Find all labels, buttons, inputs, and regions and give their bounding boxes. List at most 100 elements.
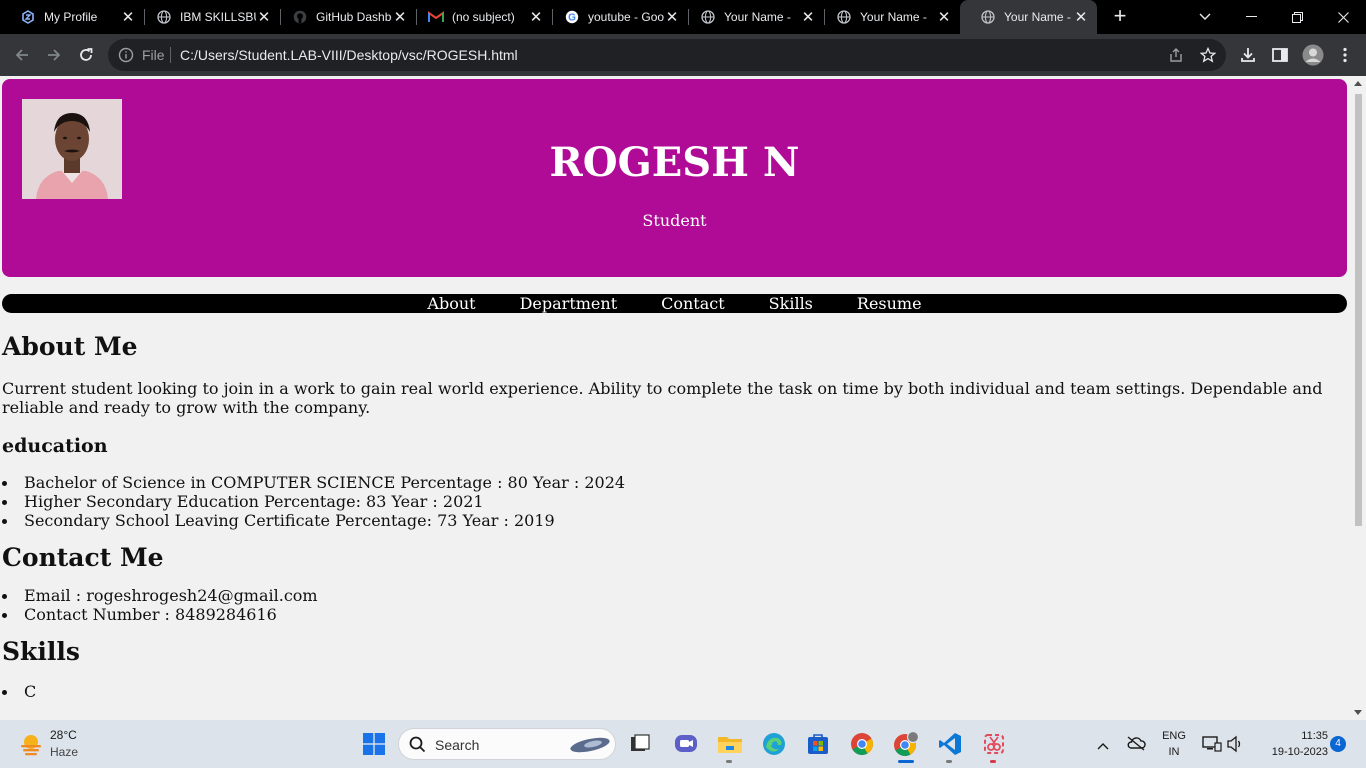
about-text: Current student looking to join in a wor… <box>2 379 1323 417</box>
file-explorer-icon[interactable] <box>716 730 744 758</box>
list-item: Higher Secondary Education Percentage: 8… <box>2 492 1332 511</box>
skills-heading: Skills <box>2 637 80 666</box>
menu-kebab-icon[interactable] <box>1336 46 1354 64</box>
side-panel-icon[interactable] <box>1271 46 1289 64</box>
nav-link-resume[interactable]: Resume <box>857 294 922 313</box>
notification-badge[interactable]: 4 <box>1330 736 1346 752</box>
close-tab-icon[interactable]: ✕ <box>256 8 272 26</box>
tab-title: GitHub Dashboard <box>316 10 392 24</box>
chrome-profile-icon[interactable] <box>892 730 920 758</box>
onedrive-offline-icon[interactable] <box>1126 735 1146 756</box>
profile-avatar[interactable] <box>1302 44 1324 66</box>
snipping-tool-icon[interactable] <box>980 730 1008 758</box>
tab-my-profile[interactable]: My Profile ✕ <box>0 0 144 34</box>
teams-chat-icon[interactable] <box>672 730 700 758</box>
vertical-scrollbar[interactable] <box>1351 76 1366 720</box>
bookmark-star-icon[interactable] <box>1199 46 1217 63</box>
close-tab-icon[interactable]: ✕ <box>120 8 136 26</box>
tab-strip: My Profile ✕ IBM SKILLSBUILD ✕ GitHub Da… <box>0 0 1366 34</box>
close-tab-icon[interactable]: ✕ <box>664 8 680 26</box>
nav-link-skills[interactable]: Skills <box>769 294 813 313</box>
running-indicator <box>946 760 952 763</box>
task-view-icon[interactable] <box>626 730 654 758</box>
github-icon <box>292 9 308 25</box>
page-viewport: ROGESH N Student About Department Contac… <box>0 76 1366 720</box>
tab-title: youtube - Google <box>588 10 664 24</box>
list-item: C <box>2 682 1332 701</box>
tab-title: (no subject) <box>452 10 515 24</box>
running-indicator <box>726 760 732 763</box>
show-hidden-icons-chevron-icon[interactable] <box>1097 737 1109 755</box>
language-line-1[interactable]: ENG <box>1160 730 1188 742</box>
forward-button[interactable] <box>40 41 68 69</box>
network-icon[interactable] <box>1202 735 1222 758</box>
list-item: Bachelor of Science in COMPUTER SCIENCE … <box>2 473 1332 492</box>
back-button[interactable] <box>8 41 36 69</box>
taskbar-search-box[interactable]: Search <box>398 728 616 760</box>
close-tab-icon[interactable]: ✕ <box>936 8 952 26</box>
globe-icon <box>700 9 716 25</box>
browser-toolbar: File C:/Users/Student.LAB-VIII/Desktop/v… <box>0 34 1366 76</box>
share-icon[interactable] <box>1168 47 1184 63</box>
info-icon[interactable] <box>118 47 134 63</box>
microsoft-store-icon[interactable] <box>804 730 832 758</box>
close-tab-icon[interactable]: ✕ <box>392 8 408 26</box>
scroll-up-arrow-icon[interactable] <box>1354 81 1362 86</box>
url-scheme-label: File <box>142 47 165 63</box>
nav-link-contact[interactable]: Contact <box>661 294 725 313</box>
google-icon: G <box>564 9 580 25</box>
globe-icon <box>836 9 852 25</box>
scroll-down-arrow-icon[interactable] <box>1354 710 1362 715</box>
profile-name: ROGESH N <box>549 139 800 186</box>
tab-your-name-active[interactable]: Your Name - ✕ <box>960 0 1097 34</box>
tab-ibm-skillsbuild[interactable]: IBM SKILLSBUILD ✕ <box>136 0 280 34</box>
tab-youtube-google[interactable]: G youtube - Google ✕ <box>544 0 688 34</box>
close-window-button[interactable] <box>1320 0 1366 34</box>
globe-icon <box>156 9 172 25</box>
new-tab-button[interactable]: + <box>1108 5 1132 29</box>
about-heading: About Me <box>2 332 138 361</box>
edge-icon[interactable] <box>760 730 788 758</box>
search-highlight-icon <box>569 735 611 760</box>
education-heading: education <box>2 435 108 457</box>
clock-date[interactable]: 19-10-2023 <box>1256 746 1328 758</box>
download-icon[interactable] <box>1239 46 1257 64</box>
tab-your-name-2[interactable]: Your Name - ✕ <box>816 0 960 34</box>
weather-temperature[interactable]: 28°C <box>50 728 77 742</box>
site-nav: About Department Contact Skills Resume <box>2 294 1347 313</box>
close-tab-icon[interactable]: ✕ <box>800 8 816 26</box>
volume-icon[interactable] <box>1226 735 1244 758</box>
clock-time[interactable]: 11:35 <box>1270 730 1328 742</box>
reload-button[interactable] <box>72 41 100 69</box>
windows-start-icon[interactable] <box>360 730 388 758</box>
weather-haze-icon[interactable] <box>18 732 44 756</box>
nav-link-department[interactable]: Department <box>520 294 618 313</box>
close-tab-icon[interactable]: ✕ <box>528 8 544 26</box>
weather-description[interactable]: Haze <box>50 745 78 759</box>
tab-search-chevron-icon[interactable] <box>1182 0 1228 34</box>
language-line-2[interactable]: IN <box>1160 746 1188 758</box>
svg-text:G: G <box>568 13 576 24</box>
tab-title: Your Name - <box>860 10 927 24</box>
minimize-button[interactable] <box>1228 0 1274 34</box>
profile-role: Student <box>642 211 707 230</box>
profile-header: ROGESH N Student <box>2 79 1347 277</box>
close-tab-icon[interactable]: ✕ <box>1073 8 1089 26</box>
scroll-thumb[interactable] <box>1355 94 1362 526</box>
globe-icon <box>980 9 996 25</box>
vscode-icon[interactable] <box>936 730 964 758</box>
skills-list: C <box>2 682 1332 701</box>
tab-github-dashboard[interactable]: GitHub Dashboard ✕ <box>272 0 416 34</box>
url-text[interactable]: C:/Users/Student.LAB-VIII/Desktop/vsc/RO… <box>180 47 518 63</box>
tab-title: IBM SKILLSBUILD <box>180 10 256 24</box>
running-indicator <box>990 760 996 763</box>
tab-title: Your Name - <box>1004 10 1071 24</box>
tab-title: Your Name - <box>724 10 791 24</box>
address-bar[interactable]: File C:/Users/Student.LAB-VIII/Desktop/v… <box>108 39 1226 71</box>
restore-button[interactable] <box>1274 0 1320 34</box>
nav-link-about[interactable]: About <box>427 294 475 313</box>
tab-your-name-1[interactable]: Your Name - ✕ <box>680 0 824 34</box>
tab-gmail[interactable]: (no subject) ✕ <box>408 0 552 34</box>
chrome-icon[interactable] <box>848 730 876 758</box>
skillsbuild-icon <box>20 9 36 25</box>
